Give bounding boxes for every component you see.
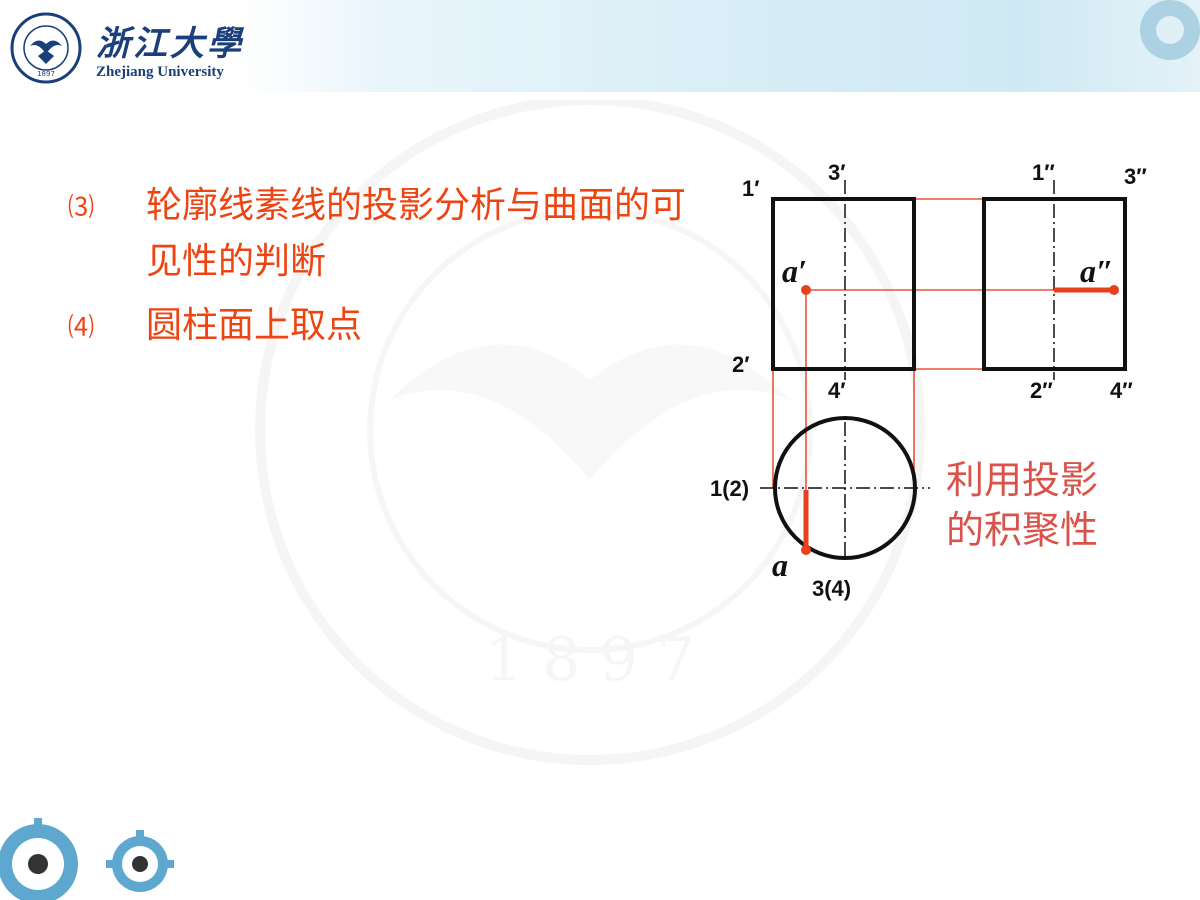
label-2-prime: 2′: [732, 352, 750, 377]
item-text: 圆柱面上取点: [146, 305, 363, 346]
list-item: ⑶ 轮廓线素线的投影分析与曲面的可见性的判断: [68, 178, 728, 290]
note-line: 利用投影: [946, 458, 1099, 502]
logo-chinese-name: 浙江大學: [96, 24, 244, 64]
watermark-year: 1 8 9 7: [485, 625, 695, 695]
label-2-double-prime: 2″: [1030, 378, 1053, 403]
projection-note: 利用投影 的积聚性: [946, 455, 1146, 555]
label-1-double-prime: 1″: [1032, 160, 1055, 185]
label-4-double-prime: 4″: [1110, 378, 1133, 403]
note-line: 的积聚性: [946, 508, 1099, 552]
university-seal-icon: 1897: [10, 12, 82, 84]
logo-english-name: Zhejiang University: [96, 64, 224, 80]
label-1-2: 1(2): [710, 476, 749, 501]
university-logo: 1897 浙江大學 Zhejiang University: [8, 10, 268, 86]
label-3-prime: 3′: [828, 160, 846, 185]
label-4-prime: 4′: [828, 378, 846, 403]
item-number: ⑷: [68, 313, 95, 343]
gears-decoration-icon: [0, 818, 174, 900]
label-1-prime: 1′: [742, 176, 760, 201]
label-point-a: a: [772, 547, 788, 583]
label-3-double-prime: 3″: [1124, 164, 1147, 189]
label-3-4: 3(4): [812, 576, 851, 601]
label-point-a-double-prime: a″: [1080, 253, 1114, 289]
header-banner: 1897 浙江大學 Zhejiang University: [0, 0, 1200, 92]
list-item: ⑷ 圆柱面上取点: [68, 298, 728, 356]
svg-text:1897: 1897: [37, 70, 55, 78]
content-list: ⑶ 轮廓线素线的投影分析与曲面的可见性的判断 ⑷ 圆柱面上取点: [68, 178, 728, 364]
gear-decoration-icon: [1140, 0, 1200, 60]
item-number: ⑶: [68, 193, 95, 223]
label-point-a-prime: a′: [782, 253, 807, 289]
item-text: 轮廓线素线的投影分析与曲面的可见性的判断: [146, 185, 687, 282]
